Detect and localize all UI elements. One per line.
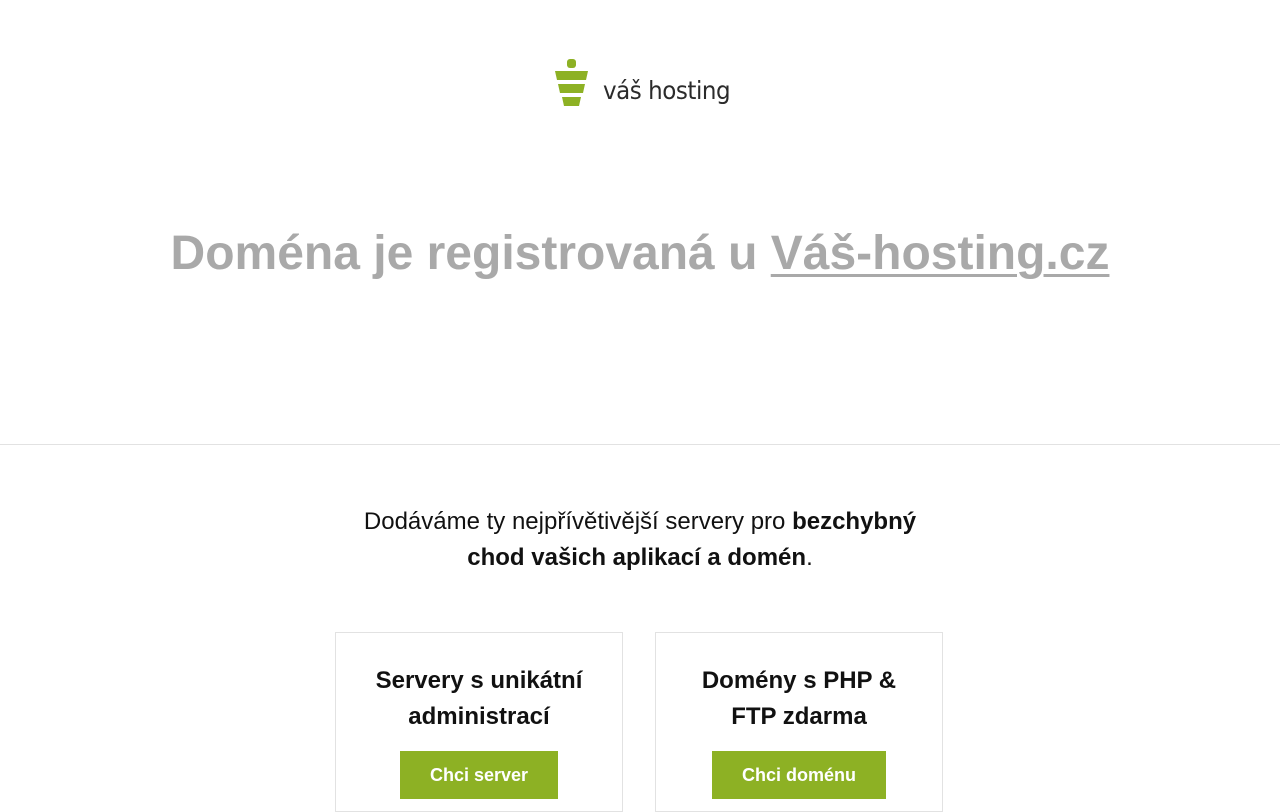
servers-card: Servery s unikátní administrací Chci ser… [335,632,623,812]
intro-text: Dodáváme ty nejpřívětivější servery pro … [340,504,940,576]
servers-card-title: Servery s unikátní administrací [375,667,583,730]
vas-hosting-logo-icon [555,59,588,106]
domains-card: Domény s PHP & FTP zdarma Chci doménu [655,632,943,812]
logo-link[interactable]: váš hosting [555,59,741,107]
header: váš hosting Doména je registrovaná u Váš… [0,0,1280,445]
registrar-link[interactable]: Váš-hosting.cz [771,227,1110,280]
domains-card-title: Domény s PHP & FTP zdarma [701,667,897,730]
page-title: Doména je registrovaná u Váš-hosting.cz [0,226,1280,282]
logo-text: váš hosting [603,76,731,105]
chci-server-button[interactable]: Chci server [399,751,559,799]
page-title-prefix: Doména je registrovaná u [170,227,771,280]
intro-plain: Dodáváme ty nejpřívětivější servery pro [363,508,793,535]
intro-end: . [806,544,813,571]
chci-domenu-button[interactable]: Chci doménu [711,751,886,799]
